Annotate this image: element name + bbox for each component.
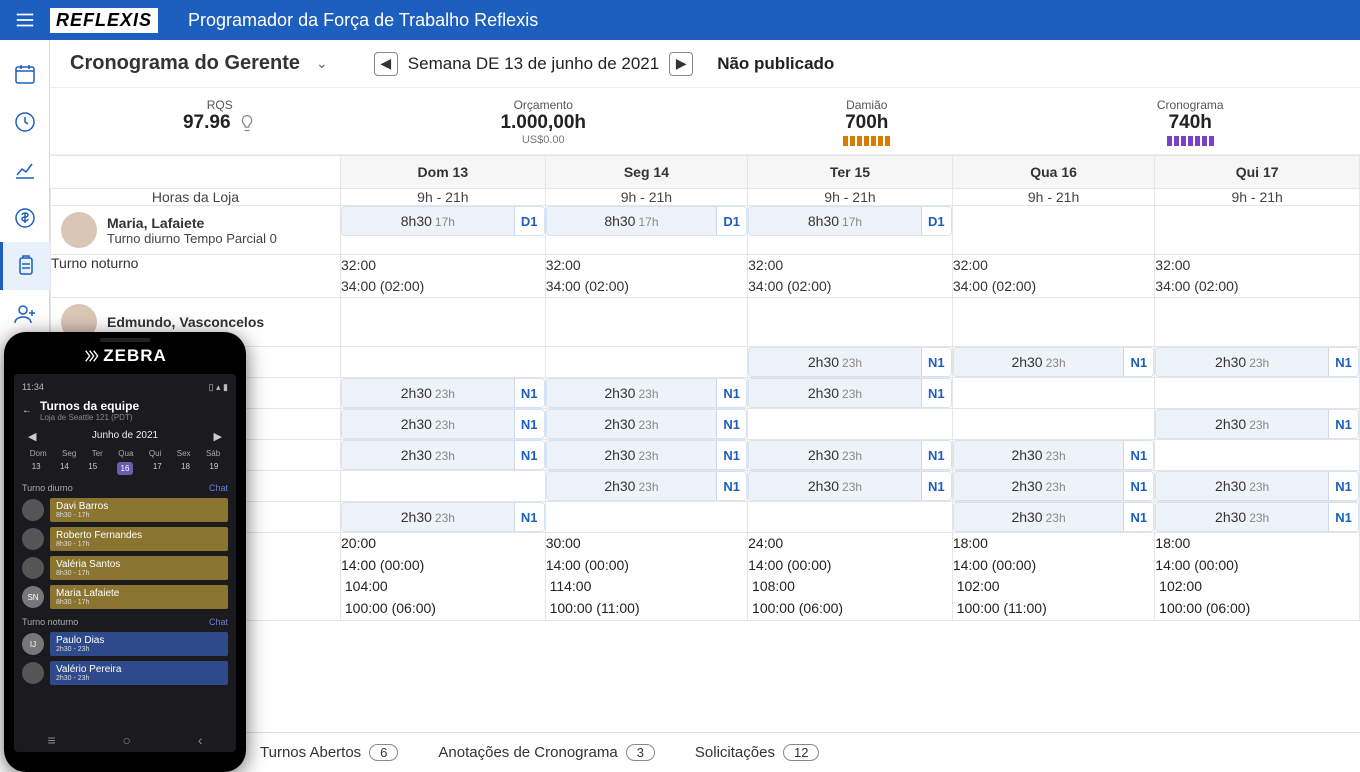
avatar	[61, 212, 97, 248]
shift-chip[interactable]: 2h3023hN1	[546, 471, 747, 501]
publish-status: Não publicado	[717, 54, 834, 74]
employee-row: Maria, LafaieteTurno diurno Tempo Parcia…	[51, 206, 1360, 255]
back-icon[interactable]: ←	[22, 405, 32, 416]
shift-chip[interactable]: 2h3023hN1	[953, 471, 1154, 501]
shift-chip[interactable]: 2h3023hN1	[953, 347, 1154, 377]
bars-icon	[1029, 136, 1353, 146]
mobile-shift-row[interactable]: SNMaria Lafaiete8h30 - 17h	[22, 585, 228, 609]
app-title: Programador da Força de Trabalho Reflexi…	[188, 10, 538, 31]
summary-row: RQS 97.96 Orçamento 1.000,00h US$0.00 Da…	[50, 88, 1360, 155]
count-badge: 6	[369, 744, 398, 761]
shift-chip[interactable]: 2h3023hN1	[341, 409, 545, 439]
shift-row: 2h3023hN12h3023hN12h3023hN12h3023hN1	[51, 440, 1360, 471]
summary-damiao: Damião 700h	[705, 94, 1029, 150]
employee-row: Edmundo, Vasconcelos	[51, 298, 1360, 347]
shift-chip[interactable]: 2h3023hN1	[748, 440, 952, 470]
shift-chip[interactable]: 2h3023hN1	[1155, 471, 1359, 501]
shift-chip[interactable]: 2h3023hN1	[341, 378, 545, 408]
day-header: Ter 15	[748, 156, 953, 189]
calendar-icon[interactable]	[0, 50, 50, 98]
bottom-bar: Turnos Abertos 6 Anotações de Cronograma…	[50, 732, 1360, 772]
store-hours-row: Horas da Loja9h - 21h9h - 21h9h - 21h9h …	[51, 189, 1360, 206]
next-month-icon[interactable]: ▶	[214, 430, 222, 443]
summary-budget: Orçamento 1.000,00h US$0.00	[382, 94, 706, 150]
shift-chip[interactable]: 2h3023hN1	[546, 378, 747, 408]
page-title: Cronograma do Gerente	[70, 52, 300, 75]
mobile-title: Turnos da equipe	[40, 399, 139, 413]
chevron-down-icon[interactable]: ⌄	[316, 55, 328, 72]
mobile-shift-row[interactable]: Valéria Santos8h30 - 17h	[22, 556, 228, 580]
shift-chip[interactable]: 2h3023hN1	[341, 502, 545, 532]
day-header: Seg 14	[545, 156, 747, 189]
shift-chip[interactable]: 2h3023hN1	[953, 502, 1154, 532]
android-nav: ≡○‹	[14, 732, 236, 748]
prev-month-icon[interactable]: ◀	[28, 430, 36, 443]
mobile-shift-row[interactable]: Valério Pereira2h30 - 23h	[22, 661, 228, 685]
shift-chip[interactable]: 8h3017hD1	[341, 206, 545, 236]
prev-week-button[interactable]: ◀	[374, 52, 398, 76]
chat-link[interactable]: Chat	[209, 483, 228, 493]
requests-button[interactable]: Solicitações 12	[695, 744, 820, 761]
summary-rqs: RQS 97.96	[58, 94, 382, 150]
clock-icon[interactable]	[0, 98, 50, 146]
bars-icon	[705, 136, 1029, 146]
mobile-shift-row[interactable]: Davi Barros8h30 - 17h	[22, 498, 228, 522]
chart-icon[interactable]	[0, 146, 50, 194]
shift-chip[interactable]: 8h3017hD1	[748, 206, 952, 236]
open-shifts-button[interactable]: Turnos Abertos 6	[260, 744, 398, 761]
summary-cronograma: Cronograma 740h	[1029, 94, 1353, 150]
mobile-preview: ZEBRA 11:34▯ ▴ ▮ ← Turnos da equipe Loja…	[4, 332, 246, 772]
brand-logo: REFLEXIS	[50, 8, 158, 33]
shift-chip[interactable]: 2h3023hN1	[546, 409, 747, 439]
dollar-icon[interactable]	[0, 194, 50, 242]
shift-chip[interactable]: 2h3023hN1	[1155, 409, 1359, 439]
day-header-row: Dom 13 Seg 14 Ter 15 Qua 16 Qui 17	[51, 156, 1360, 189]
day-header: Qui 17	[1155, 156, 1360, 189]
day-header: Dom 13	[341, 156, 546, 189]
shift-row: 2h3023hN12h3023hN12h3023hN1	[51, 378, 1360, 409]
chat-link[interactable]: Chat	[209, 617, 228, 627]
mobile-shift-row[interactable]: Roberto Fernandes8h30 - 17h	[22, 527, 228, 551]
shift-row: 2h3023hN12h3023hN12h3023hN1	[51, 502, 1360, 533]
shift-chip[interactable]: 2h3023hN1	[546, 440, 747, 470]
mobile-shift-row[interactable]: IJPaulo Dias2h30 - 23h	[22, 632, 228, 656]
schedule-grid[interactable]: Dom 13 Seg 14 Ter 15 Qua 16 Qui 17 Horas…	[50, 155, 1360, 772]
day-header: Qua 16	[952, 156, 1154, 189]
shift-chip[interactable]: 2h3023hN1	[1155, 502, 1359, 532]
schedule-notes-button[interactable]: Anotações de Cronograma 3	[438, 744, 655, 761]
clipboard-icon[interactable]	[0, 242, 50, 290]
shift-chip[interactable]: 2h3023hN1	[341, 440, 545, 470]
next-week-button[interactable]: ▶	[669, 52, 693, 76]
week-nav: ◀ Semana DE 13 de junho de 2021 ▶	[374, 52, 693, 76]
shift-row: 2h3023hN12h3023hN12h3023hN1	[51, 347, 1360, 378]
lightbulb-icon	[237, 113, 257, 133]
add-user-icon[interactable]	[0, 290, 50, 338]
shift-chip[interactable]: 2h3023hN1	[953, 440, 1154, 470]
shift-chip[interactable]: 2h3023hN1	[748, 471, 952, 501]
night-row: Turno noturno32:0034:00 (02:00)32:0034:0…	[51, 255, 1360, 298]
shift-chip[interactable]: 2h3023hN1	[1155, 347, 1359, 377]
shift-row: 2h3023hN12h3023hN12h3023hN1	[51, 409, 1360, 440]
shift-chip[interactable]: 2h3023hN1	[748, 378, 952, 408]
top-header: REFLEXIS Programador da Força de Trabalh…	[0, 0, 1360, 40]
shift-row: 2h3023hN12h3023hN12h3023hN12h3023hN1	[51, 471, 1360, 502]
week-label: Semana DE 13 de junho de 2021	[408, 54, 659, 74]
shift-chip[interactable]: 2h3023hN1	[748, 347, 952, 377]
main-content: Cronograma do Gerente ⌄ ◀ Semana DE 13 d…	[50, 40, 1360, 772]
menu-icon[interactable]	[0, 0, 50, 40]
page-header: Cronograma do Gerente ⌄ ◀ Semana DE 13 d…	[50, 40, 1360, 88]
shift-chip[interactable]: 8h3017hD1	[546, 206, 747, 236]
count-badge: 12	[783, 744, 819, 761]
count-badge: 3	[626, 744, 655, 761]
zebra-logo: ZEBRA	[14, 346, 236, 366]
totals-row: 20:0014:00 (00:00) 104:00 100:00 (06:00)…	[51, 533, 1360, 621]
